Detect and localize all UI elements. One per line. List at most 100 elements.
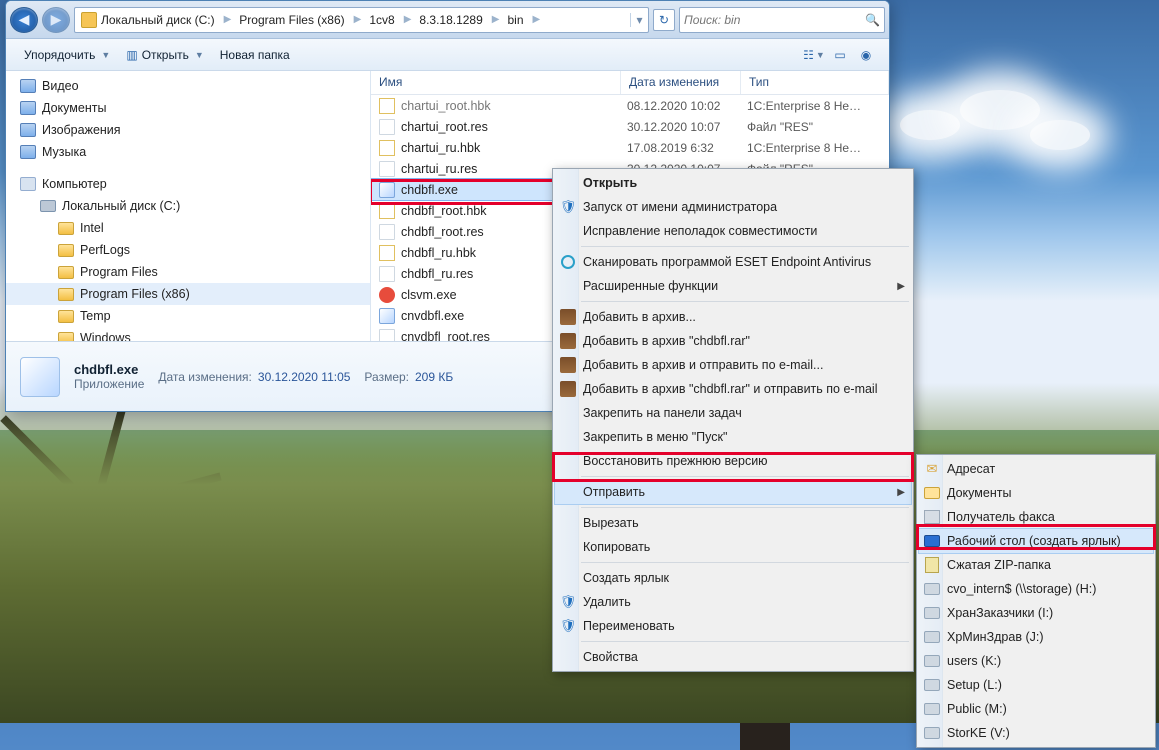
nav-tree[interactable]: Видео Документы Изображения Музыка Компьютер… xyxy=(6,71,371,341)
search-box[interactable]: 🔍 xyxy=(679,7,885,33)
ctx-runas[interactable]: 🛡Запуск от имени администратора xyxy=(555,195,911,219)
tree-item[interactable]: Program Files (x86) xyxy=(80,287,190,301)
tree-item[interactable]: Изображения xyxy=(42,123,121,137)
file-row[interactable]: chartui_root.hbk08.12.2020 10:021C:Enter… xyxy=(371,95,889,116)
ctx-eset-advanced[interactable]: Расширенные функции▶ xyxy=(555,274,911,298)
sendto-item[interactable]: users (K:) xyxy=(919,649,1153,673)
view-mode-button[interactable]: ☷▼ xyxy=(801,44,827,66)
col-type[interactable]: Тип xyxy=(741,71,889,94)
ctx-archive-named-email[interactable]: Добавить в архив "chdbfl.rar" и отправит… xyxy=(555,377,911,401)
help-button[interactable]: ◉ xyxy=(853,44,879,66)
library-icon xyxy=(20,145,36,159)
tree-item[interactable]: Windows xyxy=(80,331,131,341)
preview-pane-button[interactable]: ▭ xyxy=(827,44,853,66)
sendto-item[interactable]: Сжатая ZIP-папка xyxy=(919,553,1153,577)
tree-item[interactable]: Документы xyxy=(42,101,106,115)
open-button[interactable]: ▥Открыть▼ xyxy=(118,45,211,65)
refresh-button[interactable]: ↻ xyxy=(653,9,675,31)
file-icon xyxy=(379,266,395,282)
tree-item[interactable]: Компьютер xyxy=(42,177,107,191)
folder-icon xyxy=(58,266,74,279)
sendto-item[interactable]: Рабочий стол (создать ярлык) xyxy=(919,529,1153,553)
tree-item[interactable]: Intel xyxy=(80,221,104,235)
search-input[interactable] xyxy=(684,13,861,27)
tree-item[interactable]: Локальный диск (C:) xyxy=(62,199,180,213)
ctx-pin-taskbar[interactable]: Закрепить на панели задач xyxy=(555,401,911,425)
ctx-delete[interactable]: 🛡Удалить xyxy=(555,590,911,614)
breadcrumb-seg[interactable]: 8.3.18.1289 xyxy=(413,8,489,32)
ctx-sendto[interactable]: Отправить▶ xyxy=(555,480,911,504)
ctx-properties[interactable]: Свойства xyxy=(555,645,911,669)
ctx-eset-scan[interactable]: Сканировать программой ESET Endpoint Ant… xyxy=(555,250,911,274)
organize-button[interactable]: Упорядочить▼ xyxy=(16,45,118,65)
ctx-create-shortcut[interactable]: Создать ярлык xyxy=(555,566,911,590)
file-type: 1C:Enterprise 8 He… xyxy=(747,141,889,155)
col-date[interactable]: Дата изменения xyxy=(621,71,741,94)
titlebar: ◀ ▶ Локальный диск (C:)▶ Program Files (… xyxy=(6,1,889,39)
shield-icon: 🛡 xyxy=(559,198,577,216)
ctx-rename[interactable]: 🛡Переименовать xyxy=(555,614,911,638)
ctx-add-archive[interactable]: Добавить в архив... xyxy=(555,305,911,329)
file-date: 30.12.2020 10:07 xyxy=(627,120,747,134)
ctx-restore-previous[interactable]: Восстановить прежнюю версию xyxy=(555,449,911,473)
sendto-label: ХрМинЗдрав (J:) xyxy=(947,630,1044,644)
file-icon xyxy=(379,287,395,303)
search-icon: 🔍 xyxy=(865,13,880,27)
breadcrumb-dropdown[interactable]: ▾ xyxy=(630,13,648,27)
ctx-pin-start[interactable]: Закрепить в меню "Пуск" xyxy=(555,425,911,449)
sendto-item[interactable]: StorKE (V:) xyxy=(919,721,1153,745)
nav-forward-button[interactable]: ▶ xyxy=(42,7,70,33)
ctx-archive-email[interactable]: Добавить в архив и отправить по e-mail..… xyxy=(555,353,911,377)
context-menu[interactable]: Открыть 🛡Запуск от имени администратора … xyxy=(552,168,914,672)
file-icon xyxy=(379,182,395,198)
computer-icon xyxy=(20,177,36,191)
file-icon xyxy=(379,140,395,156)
folder-icon xyxy=(58,244,74,257)
sendto-submenu[interactable]: ✉АдресатДокументы Получатель факса Рабочий… xyxy=(916,454,1156,748)
file-row[interactable]: chartui_root.res30.12.2020 10:07Файл "RE… xyxy=(371,116,889,137)
tree-item[interactable]: Program Files xyxy=(80,265,158,279)
file-icon xyxy=(379,98,395,114)
file-type: Файл "RES" xyxy=(747,120,889,134)
sendto-item[interactable]: ✉Адресат xyxy=(919,457,1153,481)
tree-item[interactable]: Музыка xyxy=(42,145,86,159)
ctx-cut[interactable]: Вырезать xyxy=(555,511,911,535)
drive-icon xyxy=(923,604,941,622)
sendto-item[interactable]: Документы xyxy=(919,481,1153,505)
details-size-value: 209 КБ xyxy=(415,370,453,384)
tree-item[interactable]: Temp xyxy=(80,309,111,323)
drive-icon xyxy=(923,700,941,718)
breadcrumb-seg[interactable]: 1cv8 xyxy=(363,8,401,32)
breadcrumb-root[interactable]: Локальный диск (C:) xyxy=(101,13,215,27)
drive-icon xyxy=(923,652,941,670)
ctx-open[interactable]: Открыть xyxy=(555,171,911,195)
columns-header[interactable]: Имя Дата изменения Тип xyxy=(371,71,889,95)
sendto-label: Получатель факса xyxy=(947,510,1055,524)
breadcrumb-seg[interactable]: bin xyxy=(502,8,531,32)
tree-item[interactable]: Видео xyxy=(42,79,79,93)
monitor-icon xyxy=(923,532,941,550)
drive-icon xyxy=(923,580,941,598)
sendto-item[interactable]: cvo_intern$ (\\storage) (H:) xyxy=(919,577,1153,601)
sendto-item[interactable]: ХрМинЗдрав (J:) xyxy=(919,625,1153,649)
sendto-item[interactable]: Public (M:) xyxy=(919,697,1153,721)
drive-icon xyxy=(923,676,941,694)
shield-icon: 🛡 xyxy=(559,617,577,635)
ctx-copy[interactable]: Копировать xyxy=(555,535,911,559)
new-folder-button[interactable]: Новая папка xyxy=(212,45,298,65)
nav-back-button[interactable]: ◀ xyxy=(10,7,38,33)
sendto-item[interactable]: Получатель факса xyxy=(919,505,1153,529)
folder-icon xyxy=(58,332,74,342)
tree-item[interactable]: PerfLogs xyxy=(80,243,130,257)
ctx-compat[interactable]: Исправление неполадок совместимости xyxy=(555,219,911,243)
sendto-item[interactable]: ХранЗаказчики (I:) xyxy=(919,601,1153,625)
file-row[interactable]: chartui_ru.hbk17.08.2019 6:321C:Enterpri… xyxy=(371,137,889,158)
breadcrumb[interactable]: Локальный диск (C:)▶ Program Files (x86)… xyxy=(74,7,649,33)
col-name[interactable]: Имя xyxy=(371,71,621,94)
shield-icon: 🛡 xyxy=(559,593,577,611)
ctx-add-archive-named[interactable]: Добавить в архив "chdbfl.rar" xyxy=(555,329,911,353)
sendto-item[interactable]: Setup (L:) xyxy=(919,673,1153,697)
details-mod-label: Дата изменения: xyxy=(158,370,252,384)
sendto-label: cvo_intern$ (\\storage) (H:) xyxy=(947,582,1096,596)
breadcrumb-seg[interactable]: Program Files (x86) xyxy=(233,8,351,32)
